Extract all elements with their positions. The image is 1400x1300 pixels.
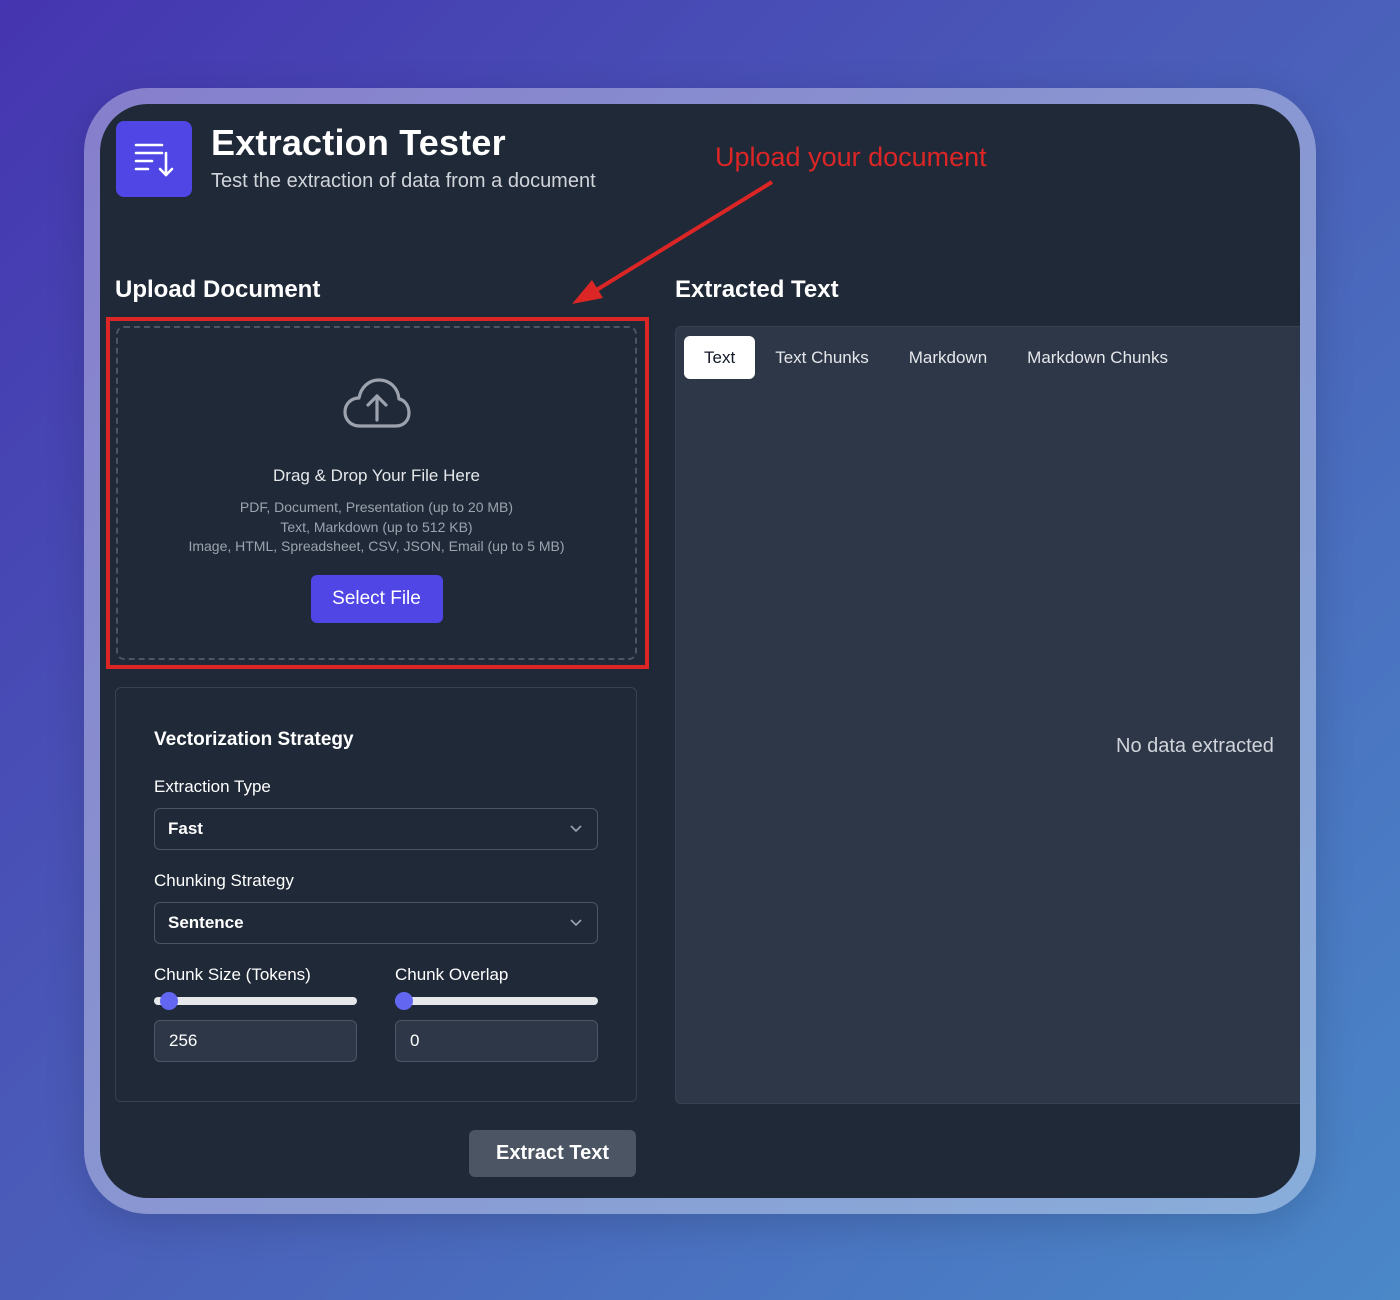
tab-text-chunks[interactable]: Text Chunks xyxy=(755,336,889,379)
chunk-overlap-slider[interactable] xyxy=(395,992,598,1010)
list-download-icon xyxy=(116,121,192,197)
chunk-size-slider-thumb[interactable] xyxy=(159,992,178,1010)
tab-markdown[interactable]: Markdown xyxy=(889,336,1007,379)
annotation-label: Upload your document xyxy=(715,142,987,172)
output-heading: Extracted Text xyxy=(675,276,839,303)
extraction-type-select[interactable]: Fast xyxy=(154,808,598,850)
vectorization-card: Vectorization Strategy Extraction Type F… xyxy=(115,687,637,1102)
chunk-size-input[interactable]: 256 xyxy=(154,1020,357,1062)
chunking-strategy-select[interactable]: Sentence xyxy=(154,902,598,944)
select-file-button[interactable]: Select File xyxy=(310,574,443,623)
app-title: Extraction Tester xyxy=(211,122,506,163)
chevron-down-icon xyxy=(570,825,582,833)
chunking-strategy-label: Chunking Strategy xyxy=(154,871,294,890)
chunk-overlap-slider-thumb[interactable] xyxy=(395,992,413,1010)
file-type-hint: PDF, Document, Presentation (up to 20 MB… xyxy=(239,499,514,515)
dropzone-title: Drag & Drop Your File Here xyxy=(273,466,480,485)
empty-state-message: No data extracted xyxy=(1116,735,1274,757)
extraction-type-value: Fast xyxy=(168,819,203,838)
extraction-type-label: Extraction Type xyxy=(154,777,271,796)
chunking-strategy-value: Sentence xyxy=(168,913,244,932)
file-type-hint: Image, HTML, Spreadsheet, CSV, JSON, Ema… xyxy=(188,538,565,554)
chunk-size-label: Chunk Size (Tokens) xyxy=(154,965,311,984)
extract-text-button[interactable]: Extract Text xyxy=(469,1130,636,1177)
vectorization-title: Vectorization Strategy xyxy=(154,729,354,750)
cloud-upload-icon xyxy=(342,378,411,428)
file-type-hint: Text, Markdown (up to 512 KB) xyxy=(280,518,473,535)
file-dropzone[interactable]: Drag & Drop Your File Here PDF, Document… xyxy=(116,326,637,660)
chunk-overlap-input[interactable]: 0 xyxy=(395,1020,598,1062)
tab-markdown-chunks[interactable]: Markdown Chunks xyxy=(1007,336,1188,379)
dropzone-hints: PDF, Document, Presentation (up to 20 MB… xyxy=(188,498,564,557)
output-panel: Text Text Chunks Markdown Markdown Chunk… xyxy=(675,326,1300,1104)
app-window: Extraction Tester Test the extraction of… xyxy=(100,104,1300,1198)
tab-text[interactable]: Text xyxy=(684,336,756,379)
chevron-down-icon xyxy=(570,919,582,927)
output-tabs: Text Text Chunks Markdown Markdown Chunk… xyxy=(684,336,1188,379)
upload-heading: Upload Document xyxy=(115,276,321,303)
app-subtitle: Test the extraction of data from a docum… xyxy=(211,170,596,192)
chunk-overlap-label: Chunk Overlap xyxy=(395,965,509,984)
chunk-size-slider[interactable] xyxy=(154,992,357,1010)
